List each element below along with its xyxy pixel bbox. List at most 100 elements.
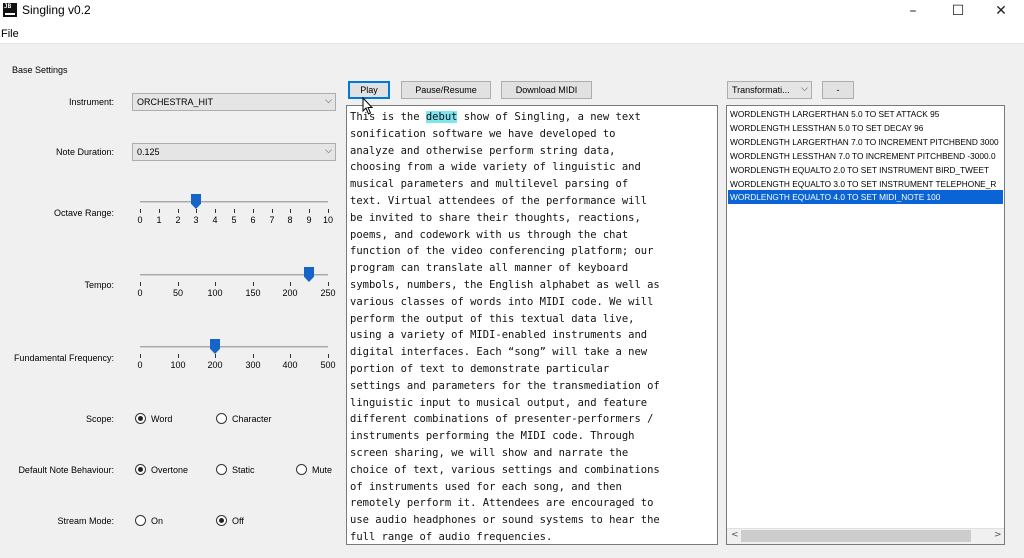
tempo-track[interactable] [140, 274, 328, 276]
octave-range-tick-label: 5 [231, 215, 237, 225]
octave-range-tick-label: 7 [269, 215, 275, 225]
instrument-value: ORCHESTRA_HIT [137, 97, 214, 107]
fundamental-frequency-tick [328, 354, 329, 358]
default-note-behaviour-label: Default Note Behaviour: [18, 465, 114, 475]
scope-character-radio[interactable] [216, 413, 227, 424]
fundamental-frequency-tick [215, 354, 216, 358]
behaviour-static-label: Static [232, 465, 255, 475]
instrument-select[interactable]: ORCHESTRA_HIT ⌵ [132, 93, 336, 111]
stream-on-radio[interactable] [135, 515, 146, 526]
tempo-tick-label: 250 [320, 288, 336, 298]
octave-range-tick [290, 209, 291, 213]
note-duration-label: Note Duration: [55, 147, 114, 157]
menu-file[interactable]: File [1, 28, 19, 40]
tempo-tick [215, 282, 216, 286]
transformation-rules-list[interactable]: WORDLENGTH LARGERTHAN 5.0 TO SET ATTACK … [726, 105, 1005, 545]
pause-resume-button[interactable]: Pause/Resume [401, 81, 491, 99]
fundamental-frequency-thumb[interactable] [210, 339, 220, 354]
tempo-tick-label: 200 [282, 288, 298, 298]
maximize-button[interactable]: ☐ [935, 0, 981, 24]
scope-word-label: Word [151, 414, 173, 424]
rule-item[interactable]: WORDLENGTH LARGERTHAN 5.0 TO SET ATTACK … [728, 107, 1003, 121]
fundamental-frequency-tick [140, 354, 141, 358]
tempo-tick-label: 100 [207, 288, 223, 298]
octave-range-tick [309, 209, 310, 213]
octave-range-tick-label: 4 [212, 215, 218, 225]
close-button[interactable]: ✕ [978, 0, 1024, 24]
title-bar [0, 0, 1024, 24]
base-settings-heading: Base Settings [12, 65, 68, 75]
transformations-select[interactable]: Transformati... ⌵ [727, 81, 812, 99]
octave-range-tick-label: 3 [193, 215, 199, 225]
tempo-tick [178, 282, 179, 286]
rule-item[interactable]: WORDLENGTH EQUALTO 3.0 TO SET INSTRUMENT… [728, 177, 1003, 191]
behaviour-overtone-label: Overtone [151, 465, 189, 475]
remove-rule-button[interactable]: - [822, 81, 854, 99]
fundamental-frequency-tick-label: 300 [245, 360, 261, 370]
fundamental-frequency-tick-label: 100 [170, 360, 186, 370]
octave-range-track[interactable] [140, 201, 328, 203]
tempo-tick [328, 282, 329, 286]
highlighted-word: debut [425, 111, 458, 123]
scrollbar-thumb[interactable] [741, 530, 971, 542]
fundamental-frequency-tick [290, 354, 291, 358]
minimize-button[interactable]: – [890, 0, 936, 24]
octave-range-tick [196, 209, 197, 213]
chevron-down-icon: ⌵ [801, 84, 808, 94]
text-input-area[interactable]: This is the debut show of Singling, a ne… [346, 105, 718, 545]
fundamental-frequency-tick-label: 0 [137, 360, 143, 370]
octave-range-tick-label: 9 [306, 215, 312, 225]
rule-item[interactable]: WORDLENGTH EQUALTO 2.0 TO SET INSTRUMENT… [728, 163, 1003, 177]
octave-range-tick [272, 209, 273, 213]
behaviour-static-radio[interactable] [216, 464, 227, 475]
window-title: Singling v0.2 [22, 3, 91, 17]
octave-range-tick [328, 209, 329, 213]
menu-bar [0, 24, 1024, 44]
note-duration-select[interactable]: 0.125 ⌵ [132, 143, 336, 161]
scope-label: Scope: [85, 414, 114, 424]
octave-range-tick-label: 6 [250, 215, 256, 225]
tempo-tick [290, 282, 291, 286]
octave-range-label: Octave Range: [53, 208, 114, 218]
scroll-right-icon[interactable]: > [994, 530, 1002, 540]
tempo-tick-label: 150 [245, 288, 261, 298]
fundamental-frequency-tick-label: 500 [320, 360, 336, 370]
fundamental-frequency-track[interactable] [140, 346, 328, 348]
octave-range-tick [253, 209, 254, 213]
instrument-label: Instrument: [68, 97, 114, 107]
octave-range-tick-label: 10 [322, 215, 334, 225]
rule-item[interactable]: WORDLENGTH LESSTHAN 5.0 TO SET DECAY 96 [728, 121, 1003, 135]
octave-range-tick [234, 209, 235, 213]
fundamental-frequency-tick-label: 200 [207, 360, 223, 370]
stream-mode-label: Stream Mode: [57, 516, 114, 526]
rule-item-selected[interactable]: WORDLENGTH EQUALTO 4.0 TO SET MIDI_NOTE … [728, 190, 1003, 204]
behaviour-overtone-radio[interactable] [135, 464, 146, 475]
text-content: This is the debut show of Singling, a ne… [350, 111, 660, 543]
octave-range-tick [140, 209, 141, 213]
octave-range-tick [215, 209, 216, 213]
transformations-value: Transformati... [732, 85, 790, 95]
app-icon: JB [3, 3, 17, 17]
tempo-tick-label: 0 [137, 288, 143, 298]
scroll-left-icon[interactable]: < [731, 530, 739, 540]
tempo-tick [253, 282, 254, 286]
rule-item[interactable]: WORDLENGTH LARGERTHAN 7.0 TO INCREMENT P… [728, 135, 1003, 149]
scope-word-radio[interactable] [135, 413, 146, 424]
octave-range-tick-label: 2 [175, 215, 181, 225]
behaviour-mute-radio[interactable] [296, 464, 307, 475]
tempo-tick [140, 282, 141, 286]
stream-off-label: Off [232, 516, 244, 526]
stream-on-label: On [151, 516, 164, 526]
download-midi-button[interactable]: Download MIDI [501, 81, 592, 99]
rule-item[interactable]: WORDLENGTH LESSTHAN 7.0 TO INCREMENT PIT… [728, 149, 1003, 163]
tempo-tick-label: 50 [172, 288, 184, 298]
scope-character-label: Character [232, 414, 272, 424]
octave-range-tick-label: 8 [287, 215, 293, 225]
chevron-down-icon: ⌵ [325, 146, 332, 156]
octave-range-tick [178, 209, 179, 213]
tempo-thumb[interactable] [304, 267, 314, 282]
octave-range-thumb[interactable] [191, 194, 201, 209]
stream-off-radio[interactable] [216, 515, 227, 526]
fundamental-frequency-tick [253, 354, 254, 358]
note-duration-value: 0.125 [137, 147, 160, 157]
